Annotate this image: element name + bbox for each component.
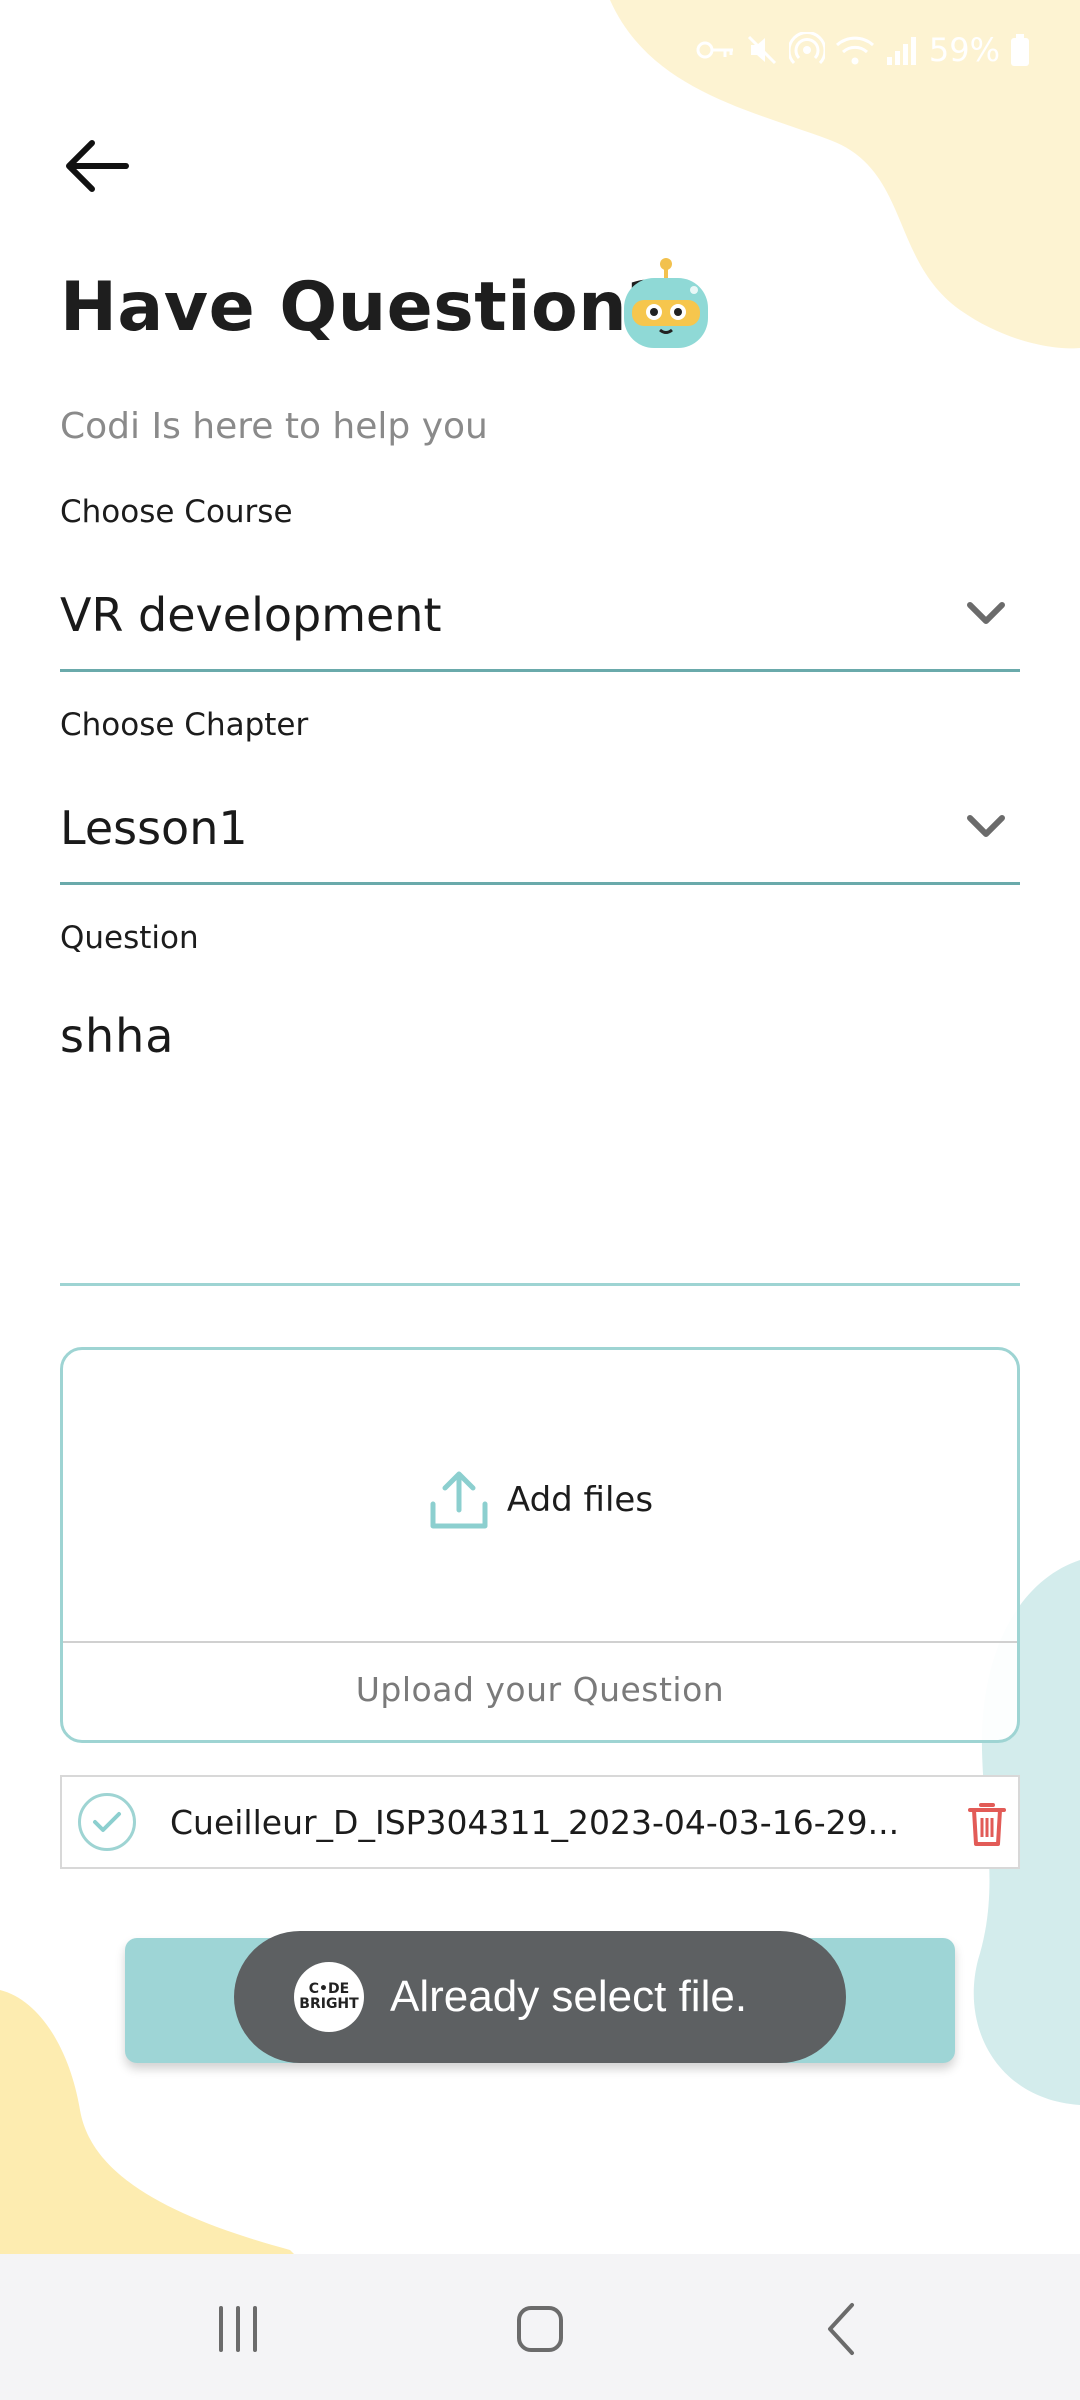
question-label: Question xyxy=(60,920,199,956)
check-circle-icon xyxy=(78,1793,136,1851)
toast-message: Already select file. xyxy=(390,1972,748,2021)
home-icon xyxy=(517,2306,563,2352)
question-input[interactable]: shha xyxy=(60,975,1020,1286)
vpn-key-icon xyxy=(696,41,733,59)
chapter-label: Choose Chapter xyxy=(60,707,309,743)
arrow-left-icon xyxy=(66,140,129,192)
robot-mascot-icon xyxy=(624,258,708,348)
upload-dropzone[interactable]: Add files Upload your Question xyxy=(60,1347,1020,1743)
codebright-logo: C•DE BRIGHT xyxy=(294,1962,364,2032)
course-label: Choose Course xyxy=(60,494,293,530)
divider xyxy=(63,1641,1017,1643)
trash-icon xyxy=(968,1803,1006,1846)
question-value: shha xyxy=(60,1009,175,1063)
chevron-left-icon xyxy=(828,2303,854,2355)
course-select[interactable]: VR development xyxy=(60,562,1020,672)
course-value: VR development xyxy=(60,588,442,642)
chapter-select[interactable]: Lesson1 xyxy=(60,775,1020,885)
page-title: Have Question? xyxy=(60,268,668,347)
battery-icon xyxy=(1011,34,1029,66)
chevron-down-icon xyxy=(967,815,1005,837)
upload-caption: Upload your Question xyxy=(355,1670,725,1709)
logo-text-line2: BRIGHT xyxy=(299,1996,359,2012)
recent-apps-icon xyxy=(219,2306,257,2352)
back-button[interactable] xyxy=(56,126,136,206)
mute-icon xyxy=(747,35,776,65)
page-subtitle: Codi Is here to help you xyxy=(60,406,488,447)
chapter-value: Lesson1 xyxy=(60,801,248,855)
delete-file-button[interactable] xyxy=(962,1799,1012,1849)
status-bar: 59% xyxy=(695,28,1030,72)
chevron-down-icon xyxy=(967,602,1005,624)
home-button[interactable] xyxy=(500,2294,580,2364)
signal-icon xyxy=(886,37,916,65)
add-files-label: Add files xyxy=(506,1480,654,1520)
hotspot-icon xyxy=(788,32,825,65)
logo-text-line1: C•DE xyxy=(308,1981,350,1998)
wifi-icon xyxy=(835,36,874,65)
upload-icon xyxy=(430,1471,488,1529)
file-name: Cueilleur_D_ISP304311_2023-04-03-16-29..… xyxy=(170,1803,900,1842)
back-nav-button[interactable] xyxy=(802,2294,882,2364)
toast-notification: C•DE BRIGHT Already select file. xyxy=(234,1931,846,2063)
selected-file-row: Cueilleur_D_ISP304311_2023-04-03-16-29..… xyxy=(60,1775,1020,1869)
add-files-button[interactable]: Add files xyxy=(63,1452,1017,1548)
recent-apps-button[interactable] xyxy=(198,2294,278,2364)
battery-percentage: 59% xyxy=(928,31,1000,69)
system-navigation-bar xyxy=(0,2254,1080,2400)
